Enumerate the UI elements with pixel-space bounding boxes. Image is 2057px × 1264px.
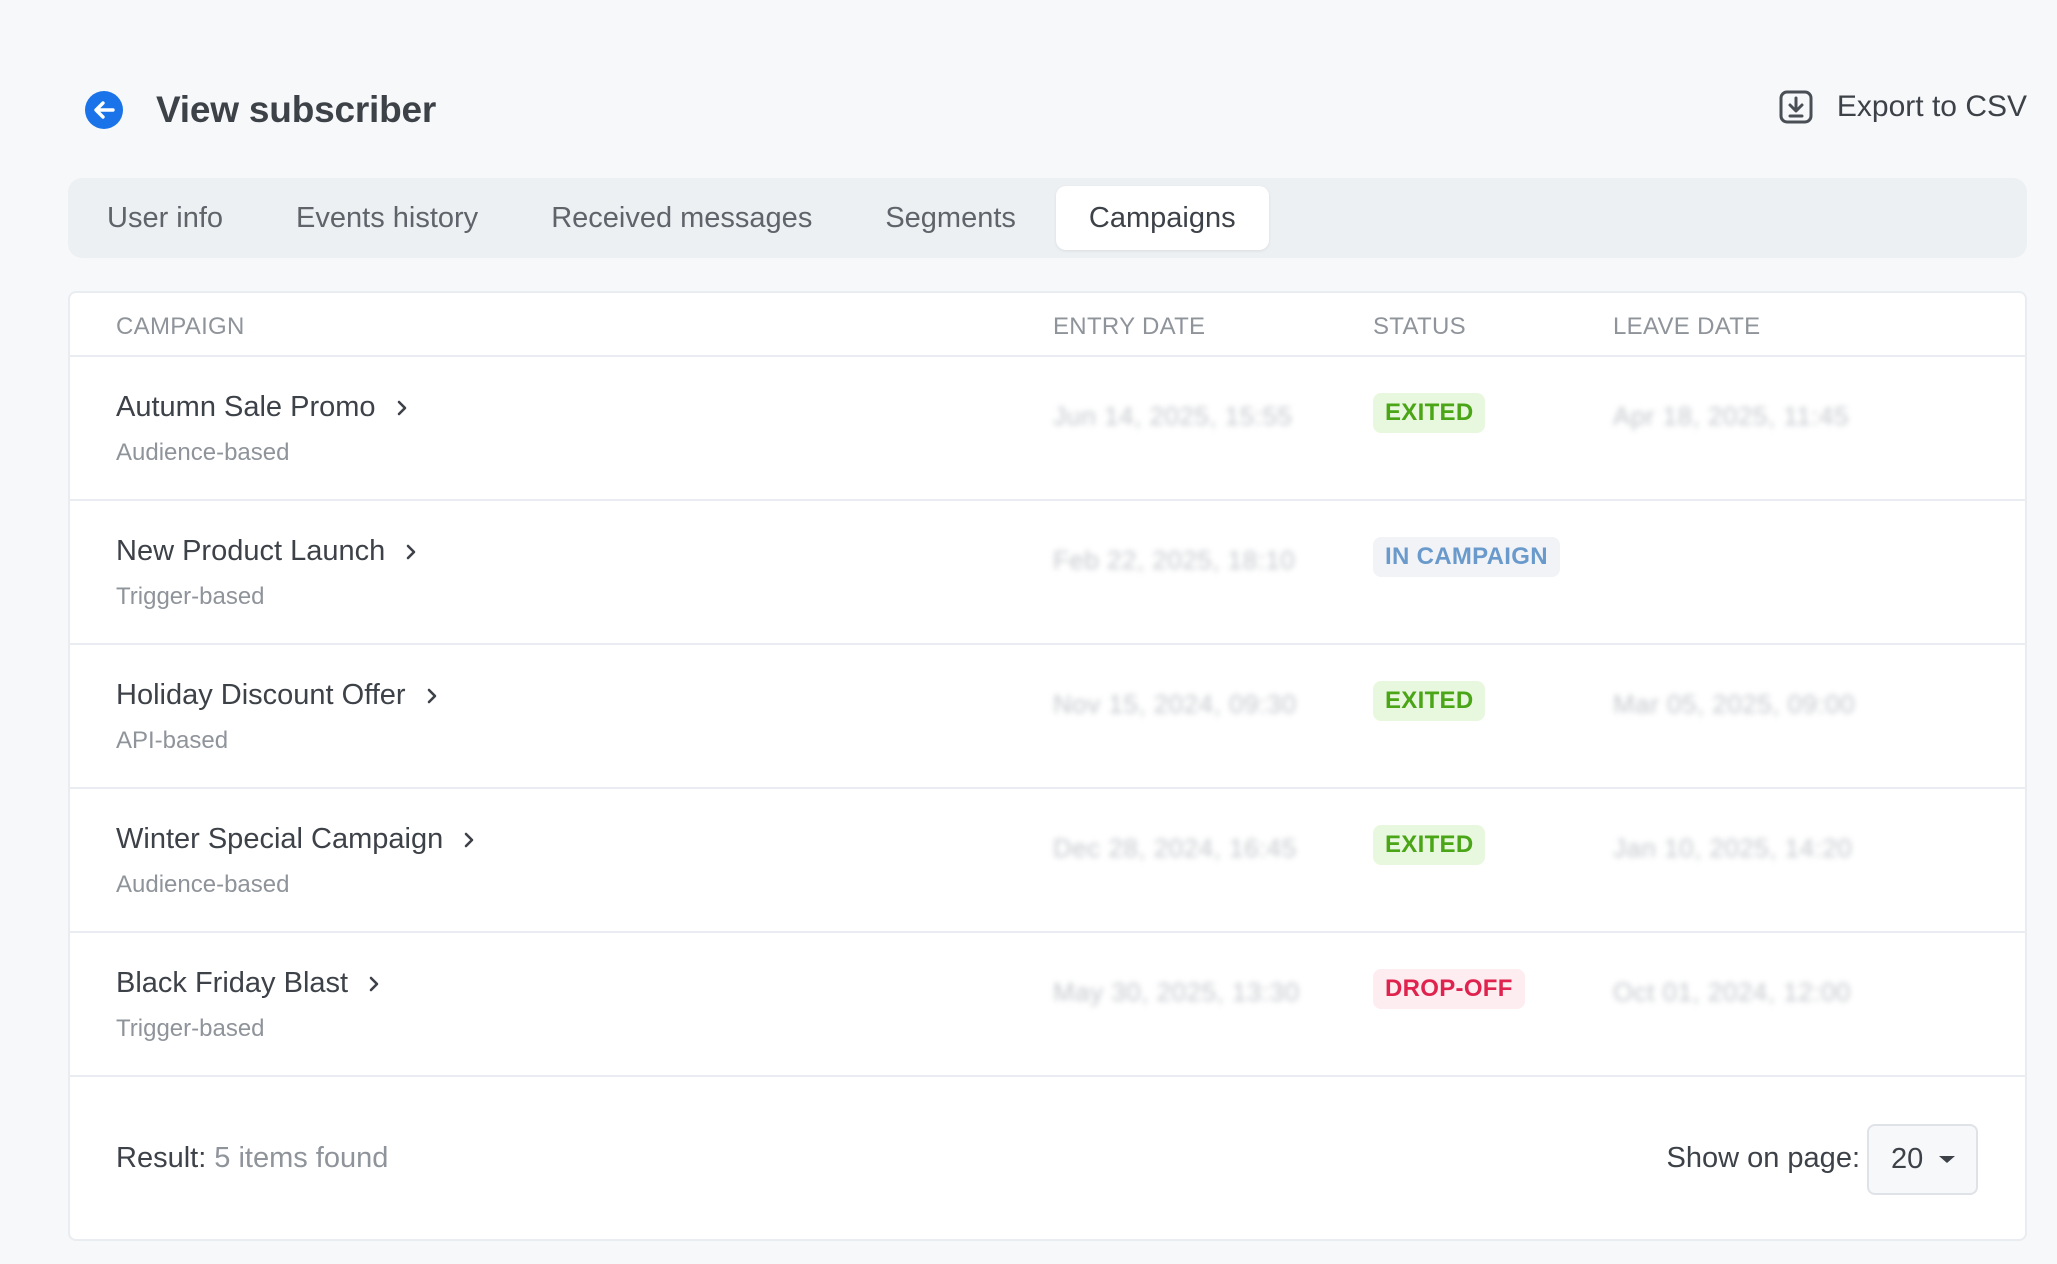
table-row: Black Friday Blast Trigger-based May 30,…: [70, 933, 2025, 1077]
download-icon: [1779, 90, 1813, 124]
page-size-value: 20: [1891, 1143, 1924, 1175]
column-header-campaign: CAMPAIGN: [116, 313, 245, 340]
status-badge: IN CAMPAIGN: [1373, 537, 1560, 577]
status-badge: EXITED: [1373, 681, 1486, 721]
column-header-status: STATUS: [1373, 313, 1466, 340]
campaign-type: Trigger-based: [116, 583, 265, 610]
arrow-left-icon: [94, 101, 115, 119]
caret-down-icon: [1939, 1156, 1956, 1163]
campaign-name-link[interactable]: Black Friday Blast: [116, 967, 380, 1000]
column-header-entry-date: ENTRY DATE: [1053, 313, 1206, 340]
tab-campaigns[interactable]: Campaigns: [1055, 186, 1269, 250]
campaigns-table: CAMPAIGN ENTRY DATE STATUS LEAVE DATE Au…: [68, 291, 2027, 1241]
campaign-name-link[interactable]: Holiday Discount Offer: [116, 679, 438, 712]
campaign-name: New Product Launch: [116, 535, 386, 567]
result-count: 5 items found: [214, 1142, 389, 1174]
leave-date: Apr 18, 2025, 11:45: [1613, 401, 1849, 431]
campaign-type: API-based: [116, 727, 229, 754]
status-badge: EXITED: [1373, 393, 1486, 433]
chevron-right-icon: [396, 399, 408, 417]
leave-date: Jan 10, 2025, 14:20: [1613, 833, 1853, 863]
status-badge: EXITED: [1373, 825, 1486, 865]
table-row: Holiday Discount Offer API-based Nov 15,…: [70, 645, 2025, 789]
tab-events-history[interactable]: Events history: [296, 186, 478, 250]
show-on-page-label: Show on page:: [1666, 1142, 1860, 1174]
chevron-right-icon: [463, 831, 475, 849]
campaign-name-link[interactable]: Autumn Sale Promo: [116, 391, 408, 424]
table-row: Autumn Sale Promo Audience-based Jun 14,…: [70, 357, 2025, 501]
entry-date: Nov 15, 2024, 09:30: [1053, 689, 1297, 719]
status-badge: DROP-OFF: [1373, 969, 1525, 1009]
chevron-right-icon: [368, 975, 380, 993]
campaign-type: Audience-based: [116, 439, 290, 466]
entry-date: Feb 22, 2025, 18:10: [1053, 545, 1296, 575]
campaign-name: Holiday Discount Offer: [116, 679, 406, 711]
chevron-right-icon: [426, 687, 438, 705]
result-label: Result:: [116, 1142, 207, 1174]
column-header-leave-date: LEAVE DATE: [1613, 313, 1761, 340]
leave-date: Oct 01, 2024, 12:00: [1613, 977, 1851, 1007]
entry-date: Dec 28, 2024, 16:45: [1053, 833, 1297, 863]
table-row: Winter Special Campaign Audience-based D…: [70, 789, 2025, 933]
page-size-select[interactable]: 20: [1867, 1124, 1978, 1195]
tab-received-messages[interactable]: Received messages: [551, 186, 812, 250]
page-title: View subscriber: [156, 89, 437, 130]
chevron-right-icon: [405, 543, 417, 561]
page-header: View subscriber Export to CSV: [68, 80, 2027, 140]
table-row: New Product Launch Trigger-based Feb 22,…: [70, 501, 2025, 645]
export-csv-label: Export to CSV: [1836, 90, 2027, 123]
campaign-type: Trigger-based: [116, 1015, 265, 1042]
export-csv-button[interactable]: Export to CSV: [1779, 90, 2027, 124]
campaign-name: Black Friday Blast: [116, 967, 349, 999]
entry-date: Jun 14, 2025, 15:55: [1053, 401, 1293, 431]
table-footer: Result: 5 items found Show on page: 20: [70, 1076, 2025, 1239]
tab-bar: User info Events history Received messag…: [68, 178, 2027, 258]
back-button[interactable]: [85, 91, 123, 129]
leave-date: Mar 05, 2025, 09:00: [1613, 689, 1856, 719]
entry-date: May 30, 2025, 13:30: [1053, 977, 1300, 1007]
campaign-name-link[interactable]: New Product Launch: [116, 535, 417, 568]
campaign-type: Audience-based: [116, 871, 290, 898]
campaign-name: Autumn Sale Promo: [116, 391, 376, 423]
tab-user-info[interactable]: User info: [107, 186, 223, 250]
campaign-name-link[interactable]: Winter Special Campaign: [116, 823, 475, 856]
campaign-name: Winter Special Campaign: [116, 823, 444, 855]
table-header: CAMPAIGN ENTRY DATE STATUS LEAVE DATE: [70, 293, 2025, 357]
result-summary: Result: 5 items found: [116, 1142, 388, 1175]
tab-segments[interactable]: Segments: [885, 186, 1016, 250]
